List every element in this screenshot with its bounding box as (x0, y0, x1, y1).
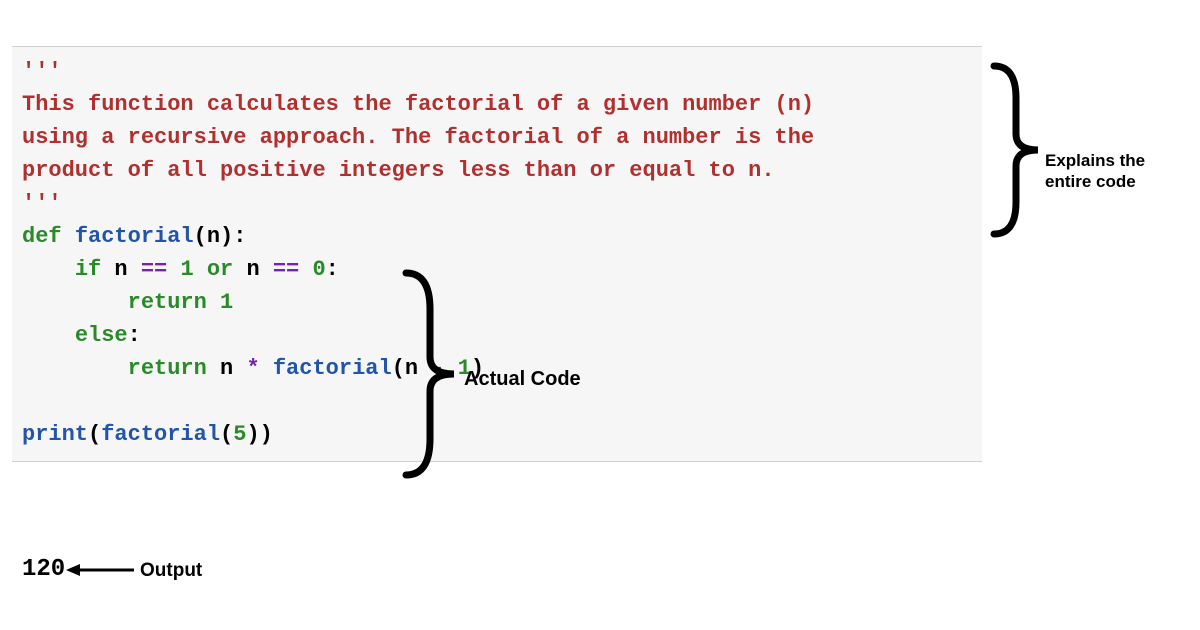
code-block: ''' This function calculates the factori… (12, 46, 982, 462)
keyword-if: if (75, 257, 101, 282)
keyword-return: return (128, 356, 207, 381)
docstring-open: ''' (22, 59, 62, 84)
annotation-output: Output (140, 560, 202, 582)
docstring-close: ''' (22, 191, 62, 216)
docstring-line: using a recursive approach. The factoria… (22, 125, 814, 150)
keyword-return: return (128, 290, 207, 315)
keyword-or: or (207, 257, 233, 282)
docstring-line: product of all positive integers less th… (22, 158, 775, 183)
keyword-else: else (75, 323, 128, 348)
function-name: factorial (75, 224, 194, 249)
brace-icon (398, 265, 468, 483)
code-text: (n): (194, 224, 247, 249)
annotation-explains: Explains the entire code (1045, 150, 1195, 193)
annotation-actual-code: Actual Code (464, 368, 581, 391)
function-print: print (22, 422, 88, 447)
brace-icon (988, 60, 1048, 240)
keyword-def: def (22, 224, 62, 249)
arrow-icon (66, 560, 136, 580)
docstring-line: This function calculates the factorial o… (22, 92, 814, 117)
output-value: 120 (22, 556, 65, 583)
